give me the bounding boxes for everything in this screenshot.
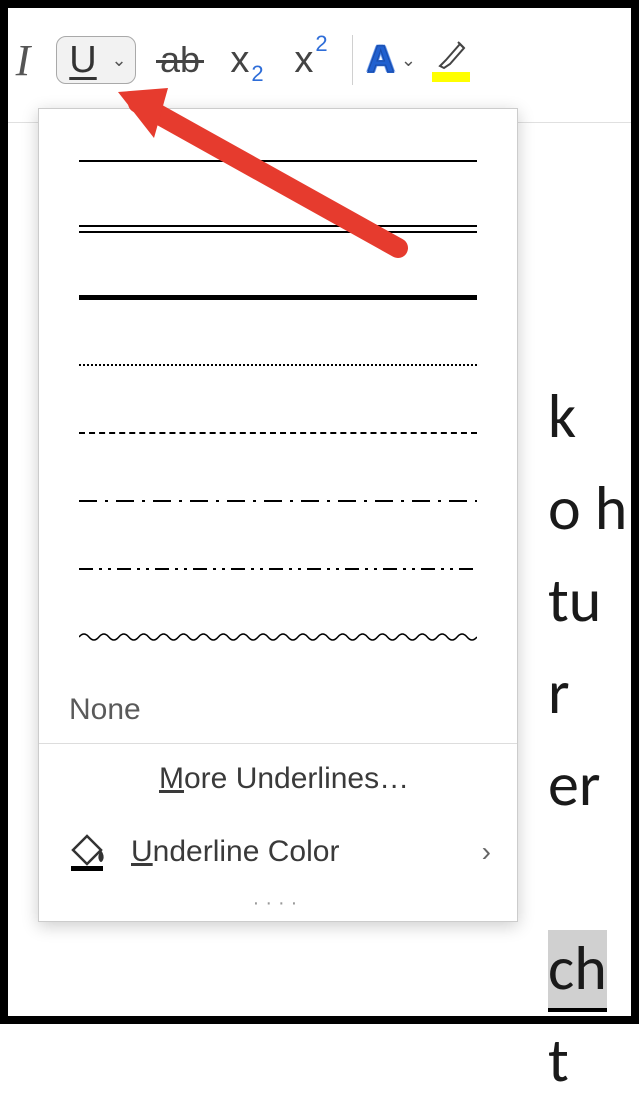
underline-split-button[interactable]: U ⌄ xyxy=(56,36,136,84)
underline-wave[interactable] xyxy=(39,603,517,671)
more-underlines-label: More Underlines… xyxy=(159,762,409,796)
doc-fragment: r xyxy=(548,654,570,730)
underline-style-list xyxy=(39,109,517,679)
more-underlines[interactable]: More Underlines… xyxy=(39,744,517,814)
underline-icon: U xyxy=(69,41,96,79)
doc-fragment: t xyxy=(548,1022,583,1098)
underline-double[interactable] xyxy=(39,195,517,263)
underline-color[interactable]: Underline Color › xyxy=(39,814,517,890)
underline-dropdown: None More Underlines… Underline Color › … xyxy=(38,108,518,922)
underline-dotted-preview xyxy=(79,364,477,366)
underline-dashed[interactable] xyxy=(39,399,517,467)
highlight-color-swatch xyxy=(432,72,470,82)
strikethrough-icon: ab xyxy=(160,39,200,81)
chevron-right-icon: › xyxy=(482,836,491,868)
underline-dash-dot-preview xyxy=(79,500,477,502)
subscript-n-label: 2 xyxy=(251,61,263,87)
toolbar-divider xyxy=(352,35,353,85)
chevron-down-icon[interactable]: ⌄ xyxy=(109,50,129,71)
superscript-n-label: 2 xyxy=(315,31,327,57)
superscript-button[interactable]: x2 xyxy=(282,28,338,92)
underline-dashed-preview xyxy=(79,432,477,434)
underline-single[interactable] xyxy=(39,127,517,195)
font-color-icon: A xyxy=(367,39,394,82)
font-color-button[interactable]: A ⌄ xyxy=(367,28,418,92)
formatting-toolbar: I U ⌄ ab x2 x2 A ⌄ xyxy=(8,8,631,123)
underline-none[interactable]: None xyxy=(39,679,517,743)
underline-button[interactable]: U xyxy=(63,41,103,79)
underline-thick[interactable] xyxy=(39,263,517,331)
underline-single-preview xyxy=(79,160,477,162)
underline-dash-dot-dot-preview xyxy=(79,568,477,570)
dropdown-grip[interactable]: ···· xyxy=(39,890,517,921)
underline-dash-dot[interactable] xyxy=(39,467,517,535)
underline-wave-preview xyxy=(79,631,477,643)
subscript-x-label: x xyxy=(230,39,249,82)
underline-color-label: Underline Color xyxy=(131,835,339,869)
chevron-down-icon[interactable]: ⌄ xyxy=(398,50,418,71)
strikethrough-button[interactable]: ab xyxy=(150,28,210,92)
doc-selected-text: ch xyxy=(548,930,607,1012)
underline-dotted[interactable] xyxy=(39,331,517,399)
document-body[interactable]: k o h tu r er ch t xyxy=(548,278,627,1106)
underline-double-preview xyxy=(79,225,477,233)
superscript-x-label: x xyxy=(294,39,313,82)
doc-fragment: tu xyxy=(548,562,601,638)
underline-dash-dot-dot[interactable] xyxy=(39,535,517,603)
italic-button[interactable]: I xyxy=(8,28,38,92)
doc-fragment: k xyxy=(548,378,576,454)
underline-thick-preview xyxy=(79,295,477,300)
subscript-button[interactable]: x2 xyxy=(218,28,274,92)
doc-fragment: er xyxy=(548,746,600,822)
paint-bucket-icon xyxy=(65,832,111,872)
highlighter-icon xyxy=(436,38,466,70)
highlight-button[interactable] xyxy=(432,28,470,92)
doc-fragment: o h xyxy=(548,470,627,546)
